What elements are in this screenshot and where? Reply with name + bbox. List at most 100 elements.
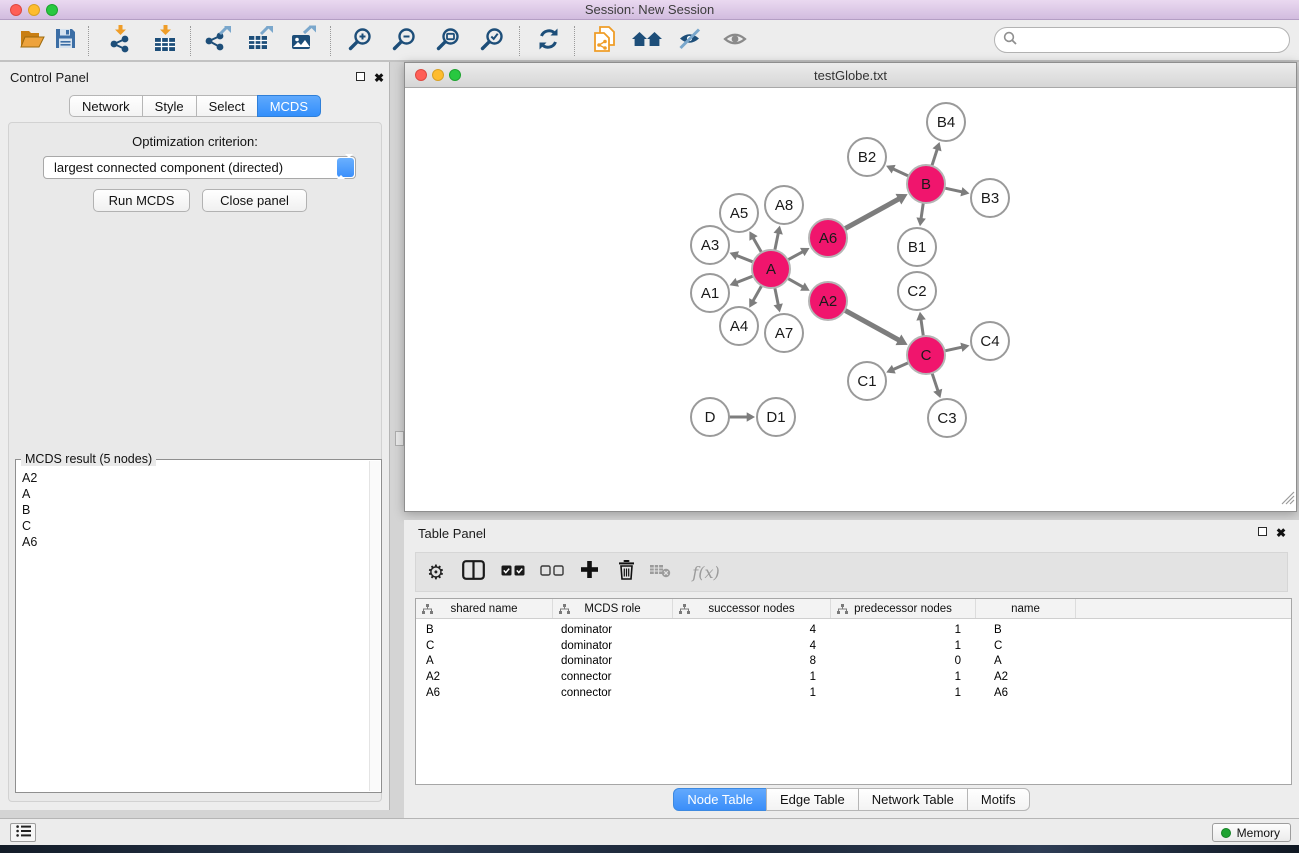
graph-node-C3[interactable]: C3 xyxy=(928,399,966,437)
column-header[interactable]: predecessor nodes xyxy=(831,599,976,618)
graph-node-B4[interactable]: B4 xyxy=(927,103,965,141)
table-close-icon[interactable]: ✖ xyxy=(1276,527,1286,539)
result-item[interactable]: A6 xyxy=(17,534,368,550)
graph-node-D[interactable]: D xyxy=(691,398,729,436)
app-titlebar: Session: New Session xyxy=(0,0,1299,20)
column-header[interactable]: MCDS role xyxy=(553,599,673,618)
annotation-visibility-button[interactable] xyxy=(672,23,708,59)
tab-edge-table[interactable]: Edge Table xyxy=(766,788,859,811)
graph-node-A5[interactable]: A5 xyxy=(720,194,758,232)
result-item[interactable]: C xyxy=(17,518,368,534)
graph-node-A3[interactable]: A3 xyxy=(691,226,729,264)
graph-node-C4[interactable]: C4 xyxy=(971,322,1009,360)
table-row[interactable]: A6connector11A6 xyxy=(416,686,1291,702)
svg-text:A6: A6 xyxy=(819,230,837,247)
clone-network-button[interactable] xyxy=(587,23,623,59)
criterion-dropdown[interactable]: largest connected component (directed) xyxy=(43,156,356,179)
zoom-selected-button[interactable] xyxy=(474,23,510,59)
net-zoom-button[interactable] xyxy=(449,69,461,81)
task-history-button[interactable] xyxy=(10,823,36,842)
import-table-button[interactable] xyxy=(147,23,183,59)
table-row[interactable]: A2connector11A2 xyxy=(416,670,1291,686)
status-bar: Memory xyxy=(0,818,1299,845)
close-panel-icon[interactable]: ✖ xyxy=(374,72,384,84)
zoom-out-button[interactable] xyxy=(386,23,422,59)
show-hide-button[interactable] xyxy=(717,23,753,59)
refresh-button[interactable] xyxy=(530,23,566,59)
table-float-icon[interactable] xyxy=(1258,527,1267,536)
window-close-button[interactable] xyxy=(10,4,22,16)
float-panel-icon[interactable] xyxy=(356,72,365,81)
select-all-button[interactable] xyxy=(496,553,530,591)
export-network-button[interactable] xyxy=(200,23,236,59)
graph-node-A2[interactable]: A2 xyxy=(809,282,847,320)
graph-node-C1[interactable]: C1 xyxy=(848,362,886,400)
graph-node-B1[interactable]: B1 xyxy=(898,228,936,266)
save-session-button[interactable] xyxy=(47,23,83,59)
graph-node-A8[interactable]: A8 xyxy=(765,186,803,224)
table-row[interactable]: Bdominator41B xyxy=(416,623,1291,639)
column-header-label: MCDS role xyxy=(584,603,640,615)
tab-mcds[interactable]: MCDS xyxy=(257,95,321,117)
tab-select[interactable]: Select xyxy=(196,95,258,117)
graph-node-A7[interactable]: A7 xyxy=(765,314,803,352)
result-scrollbar[interactable] xyxy=(369,461,380,791)
tab-style[interactable]: Style xyxy=(142,95,197,117)
tab-network[interactable]: Network xyxy=(69,95,143,117)
result-item[interactable]: A xyxy=(17,486,368,502)
tab-network-table[interactable]: Network Table xyxy=(858,788,968,811)
network-window-titlebar[interactable]: testGlobe.txt xyxy=(405,63,1296,88)
network-canvas[interactable]: B4 B2 B B3 A8A5 A6 A3 B1 A C2 A1 A2 A4A7 C4 C C1 C3 D D1 xyxy=(405,88,1296,511)
zoom-in-button[interactable] xyxy=(342,23,378,59)
graph-node-B[interactable]: B xyxy=(907,165,945,203)
run-mcds-button[interactable]: Run MCDS xyxy=(93,189,190,212)
export-network-icon xyxy=(205,25,232,57)
search-field[interactable] xyxy=(994,27,1290,53)
graph-node-A6[interactable]: A6 xyxy=(809,219,847,257)
export-table-button[interactable] xyxy=(242,23,278,59)
split-pane-divider-handle[interactable] xyxy=(395,431,404,446)
graph-node-C[interactable]: C xyxy=(907,336,945,374)
search-input[interactable] xyxy=(1022,33,1272,48)
graph-node-B2[interactable]: B2 xyxy=(848,138,886,176)
graph-node-A1[interactable]: A1 xyxy=(691,274,729,312)
window-minimize-button[interactable] xyxy=(28,4,40,16)
unchecked-checkboxes-icon xyxy=(540,563,564,581)
add-column-button[interactable] xyxy=(572,553,606,591)
export-image-button[interactable] xyxy=(285,23,321,59)
result-item[interactable]: A2 xyxy=(17,470,368,486)
resize-grip-icon[interactable] xyxy=(1281,491,1295,510)
node-table[interactable]: shared name MCDS role successor nodesprede… xyxy=(415,598,1292,785)
column-header[interactable]: name xyxy=(976,599,1076,618)
memory-button[interactable]: Memory xyxy=(1212,823,1291,842)
graph-node-D1[interactable]: D1 xyxy=(757,398,795,436)
window-zoom-button[interactable] xyxy=(46,4,58,16)
tab-node-table[interactable]: Node Table xyxy=(673,788,767,811)
function-builder-button[interactable]: f(x) xyxy=(684,553,728,591)
column-header[interactable]: successor nodes xyxy=(673,599,831,618)
column-header[interactable]: shared name xyxy=(416,599,553,618)
delete-column-button[interactable] xyxy=(609,553,643,591)
result-item[interactable]: B xyxy=(17,502,368,518)
svg-text:C4: C4 xyxy=(980,333,999,350)
homes-icon xyxy=(632,29,662,54)
deselect-all-button[interactable] xyxy=(535,553,569,591)
graph-node-A[interactable]: A xyxy=(752,250,790,288)
delete-table-button[interactable] xyxy=(643,553,677,591)
net-minimize-button[interactable] xyxy=(432,69,444,81)
list-icon xyxy=(16,824,31,842)
import-network-button[interactable] xyxy=(102,23,138,59)
graph-node-B3[interactable]: B3 xyxy=(971,179,1009,217)
net-close-button[interactable] xyxy=(415,69,427,81)
graph-node-C2[interactable]: C2 xyxy=(898,272,936,310)
homes-button[interactable] xyxy=(629,23,665,59)
table-row[interactable]: Cdominator41C xyxy=(416,639,1291,655)
fit-content-button[interactable] xyxy=(430,23,466,59)
column-view-button[interactable] xyxy=(456,553,490,591)
table-settings-button[interactable]: ⚙ xyxy=(419,553,453,591)
graph-node-A4[interactable]: A4 xyxy=(720,307,758,345)
tab-motifs[interactable]: Motifs xyxy=(967,788,1030,811)
close-panel-button[interactable]: Close panel xyxy=(202,189,307,212)
table-row[interactable]: Adominator80A xyxy=(416,654,1291,670)
open-session-button[interactable] xyxy=(14,23,50,59)
